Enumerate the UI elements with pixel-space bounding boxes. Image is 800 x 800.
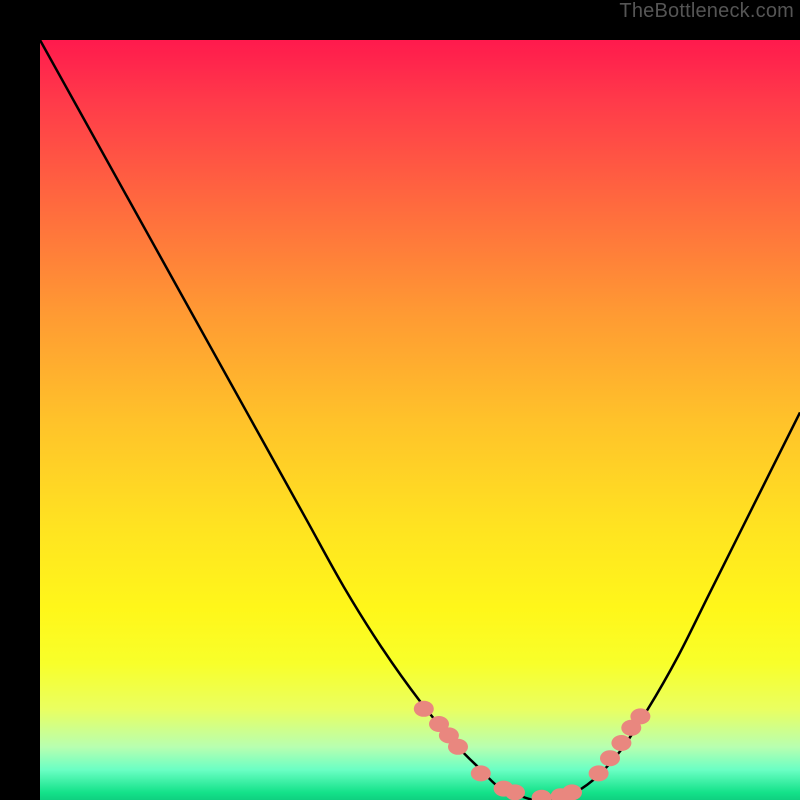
marker-point bbox=[600, 750, 620, 766]
marker-point bbox=[532, 790, 552, 800]
marker-point bbox=[611, 735, 631, 751]
marker-point bbox=[471, 765, 491, 781]
marker-point bbox=[562, 784, 582, 800]
watermark-text: TheBottleneck.com bbox=[619, 0, 794, 23]
bottleneck-curve bbox=[40, 40, 800, 800]
highlight-markers bbox=[414, 701, 651, 800]
chart-frame bbox=[20, 20, 780, 780]
marker-point bbox=[448, 739, 468, 755]
plot-area bbox=[40, 40, 800, 800]
marker-point bbox=[505, 784, 525, 800]
marker-point bbox=[589, 765, 609, 781]
marker-point bbox=[414, 701, 434, 717]
chart-svg bbox=[40, 40, 800, 800]
curve-group bbox=[40, 40, 800, 800]
marker-point bbox=[630, 708, 650, 724]
